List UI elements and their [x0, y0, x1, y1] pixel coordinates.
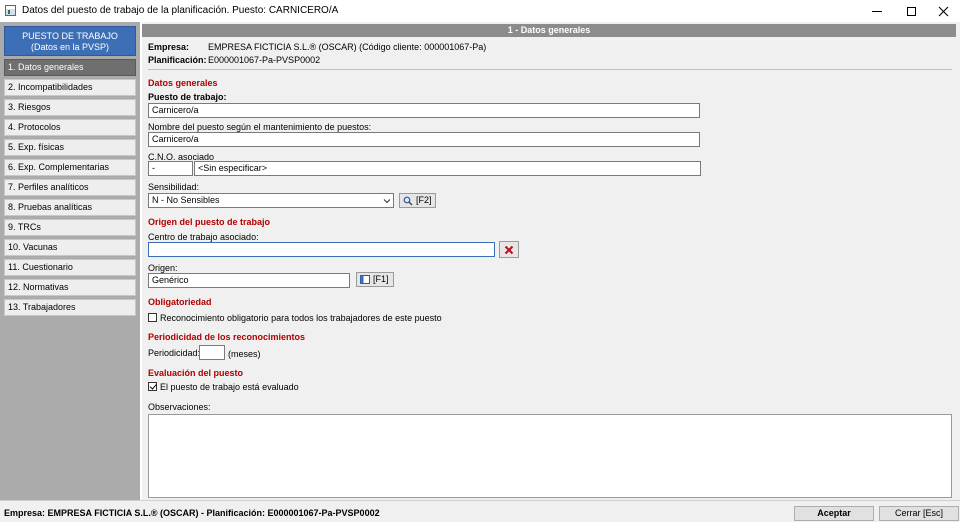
obligatorio-checkbox[interactable]	[148, 313, 157, 322]
origen-field[interactable]: Genérico	[148, 273, 350, 288]
sidebar-item-normativas[interactable]: 12. Normativas	[4, 279, 136, 296]
periodicidad-label: Periodicidad:	[148, 348, 201, 358]
observaciones-label: Observaciones:	[148, 402, 211, 412]
sidebar-item-pruebas-analiticas[interactable]: 8. Pruebas analíticas	[4, 199, 136, 216]
sidebar-item-riesgos[interactable]: 3. Riesgos	[4, 99, 136, 116]
sensibilidad-label: Sensibilidad:	[148, 182, 200, 192]
planificacion-label: Planificación:	[148, 55, 207, 65]
maximize-button[interactable]	[894, 0, 928, 22]
cno-description-field[interactable]: <Sin especificar>	[194, 161, 701, 176]
sidebar-header: PUESTO DE TRABAJO (Datos en la PVSP)	[4, 26, 136, 56]
window-icon	[360, 275, 370, 284]
maximize-icon	[906, 6, 916, 16]
evaluado-checkbox[interactable]	[148, 382, 157, 391]
sidebar: PUESTO DE TRABAJO (Datos en la PVSP) 1. …	[0, 22, 140, 500]
sidebar-item-datos-generales[interactable]: 1. Datos generales	[4, 59, 136, 76]
periodicidad-heading: Periodicidad de los reconocimientos	[148, 332, 306, 342]
minimize-button[interactable]	[860, 0, 894, 22]
main-panel: 1 - Datos generales Empresa: EMPRESA FIC…	[142, 22, 960, 500]
minimize-icon	[872, 10, 882, 12]
nombre-field[interactable]: Carnicero/a	[148, 132, 700, 147]
sensibilidad-button-label: [F2]	[416, 195, 432, 205]
obligatoriedad-heading: Obligatoriedad	[148, 297, 212, 307]
centro-label: Centro de trabajo asociado:	[148, 232, 259, 242]
search-icon	[403, 196, 413, 205]
status-text: Empresa: EMPRESA FICTICIA S.L.® (OSCAR) …	[4, 508, 380, 518]
observaciones-textarea[interactable]	[148, 414, 952, 498]
section-title-bar: 1 - Datos generales	[142, 24, 956, 37]
status-bar: Empresa: EMPRESA FICTICIA S.L.® (OSCAR) …	[0, 500, 960, 522]
sensibilidad-select[interactable]: N - No Sensibles	[148, 193, 394, 208]
sidebar-item-trcs[interactable]: 9. TRCs	[4, 219, 136, 236]
obligatorio-label: Reconocimiento obligatorio para todos lo…	[160, 313, 442, 323]
periodicidad-unit: (meses)	[228, 349, 261, 359]
nombre-label: Nombre del puesto según el mantenimiento…	[148, 122, 372, 132]
delete-icon	[504, 245, 514, 254]
sidebar-item-incompatibilidades[interactable]: 2. Incompatibilidades	[4, 79, 136, 96]
close-icon	[938, 6, 948, 16]
divider	[148, 69, 952, 70]
origen-heading: Origen del puesto de trabajo	[148, 217, 271, 227]
evaluado-label: El puesto de trabajo está evaluado	[160, 382, 299, 392]
sidebar-item-perfiles-analiticos[interactable]: 7. Perfiles analíticos	[4, 179, 136, 196]
sidebar-header-subtitle: (Datos en la PVSP)	[30, 42, 110, 52]
sidebar-item-protocolos[interactable]: 4. Protocolos	[4, 119, 136, 136]
app-icon	[5, 5, 16, 16]
close-button[interactable]	[926, 0, 960, 22]
close-dialog-button[interactable]: Cerrar [Esc]	[879, 506, 959, 521]
accept-button[interactable]: Aceptar	[794, 506, 874, 521]
empresa-value: EMPRESA FICTICIA S.L.® (OSCAR) (Código c…	[208, 42, 487, 52]
cno-code-field[interactable]: -	[148, 161, 193, 176]
sidebar-item-exp-complementarias[interactable]: 6. Exp. Complementarias	[4, 159, 136, 176]
sensibilidad-select-value: N - No Sensibles	[152, 195, 220, 205]
sidebar-item-trabajadores[interactable]: 13. Trabajadores	[4, 299, 136, 316]
origen-button[interactable]: [F1]	[356, 272, 394, 287]
planificacion-value: E000001067-Pa-PVSP0002	[208, 55, 321, 65]
sidebar-header-title: PUESTO DE TRABAJO	[22, 31, 118, 41]
datos-generales-heading: Datos generales	[148, 78, 218, 88]
clear-centro-button[interactable]	[499, 241, 519, 258]
puesto-label: Puesto de trabajo:	[148, 92, 227, 102]
origen-button-label: [F1]	[373, 274, 389, 284]
periodicidad-field[interactable]	[199, 345, 225, 360]
chevron-down-icon	[383, 199, 391, 204]
origen-label: Origen:	[148, 263, 178, 273]
evaluacion-heading: Evaluación del puesto	[148, 368, 244, 378]
window-title: Datos del puesto de trabajo de la planif…	[22, 5, 339, 16]
title-bar: Datos del puesto de trabajo de la planif…	[0, 0, 960, 22]
sensibilidad-search-button[interactable]: [F2]	[399, 193, 436, 208]
empresa-label: Empresa:	[148, 42, 190, 52]
puesto-field[interactable]: Carnicero/a	[148, 103, 700, 118]
sidebar-item-exp-fisicas[interactable]: 5. Exp. físicas	[4, 139, 136, 156]
sidebar-item-vacunas[interactable]: 10. Vacunas	[4, 239, 136, 256]
centro-field[interactable]	[148, 242, 495, 257]
sidebar-item-cuestionario[interactable]: 11. Cuestionario	[4, 259, 136, 276]
